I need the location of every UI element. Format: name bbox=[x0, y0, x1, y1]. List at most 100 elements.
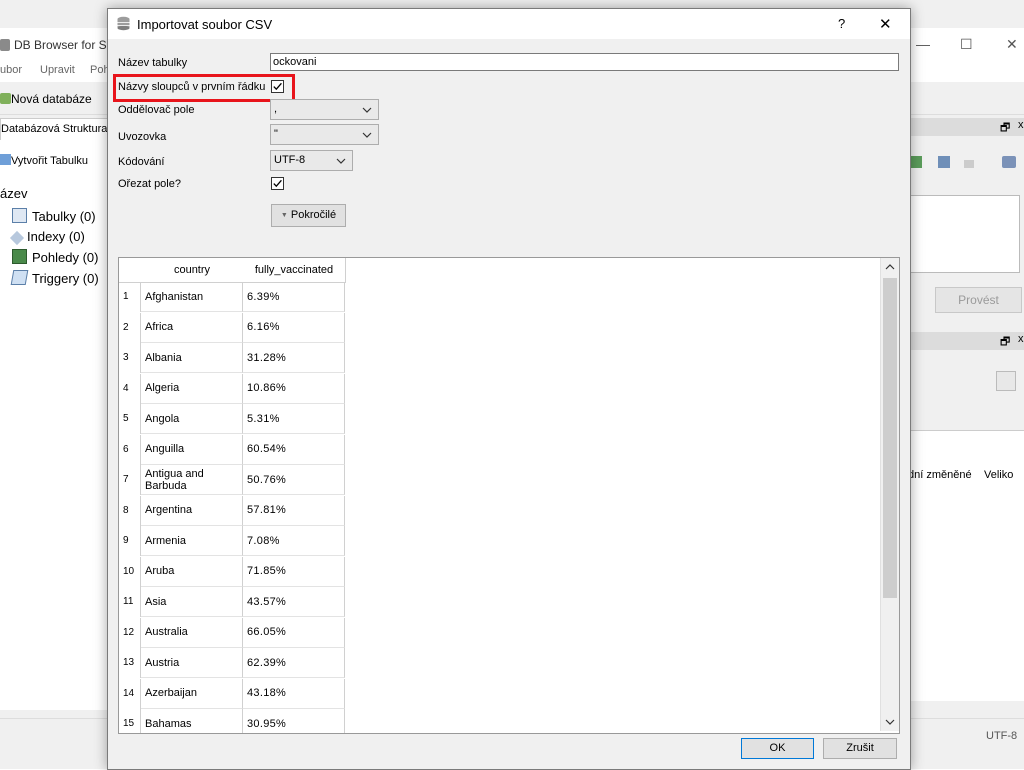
cell-country[interactable]: Azerbaijan bbox=[141, 678, 243, 709]
sql-editor[interactable] bbox=[908, 195, 1020, 273]
cell-country[interactable]: Afghanistan bbox=[141, 282, 243, 312]
cell-country[interactable]: Armenia bbox=[141, 526, 243, 556]
cell-fully-vaccinated[interactable]: 43.18% bbox=[243, 678, 345, 709]
cell-fully-vaccinated[interactable]: 62.39% bbox=[243, 648, 345, 678]
tab-structure[interactable]: Databázová Struktura bbox=[0, 118, 112, 142]
row-number: 8 bbox=[119, 495, 141, 526]
table-row[interactable]: 13 Austria 62.39% bbox=[119, 648, 349, 678]
tree-item-indexes[interactable]: Indexy (0) bbox=[9, 229, 85, 246]
vertical-scrollbar[interactable] bbox=[880, 258, 899, 731]
trim-fields-checkbox[interactable] bbox=[271, 177, 284, 190]
table-row[interactable]: 3 Albania 31.28% bbox=[119, 343, 349, 373]
table-row[interactable]: 1 Afghanistan 6.39% bbox=[119, 282, 349, 312]
cell-country[interactable]: Austria bbox=[141, 648, 243, 678]
cell-fully-vaccinated[interactable]: 50.76% bbox=[243, 465, 345, 495]
tree-item-triggers[interactable]: Triggery (0) bbox=[10, 270, 99, 286]
scrollbar-thumb[interactable] bbox=[883, 278, 897, 598]
table-name-input[interactable]: ockovani bbox=[270, 53, 899, 71]
toolbar-icon-3[interactable] bbox=[964, 160, 974, 168]
dock-close-icon[interactable]: x bbox=[1018, 333, 1024, 345]
quote-value: " bbox=[274, 128, 278, 140]
table-row[interactable]: 8 Argentina 57.81% bbox=[119, 495, 349, 526]
help-button[interactable]: ? bbox=[838, 16, 845, 31]
chevron-down-icon[interactable] bbox=[881, 715, 899, 729]
table-row[interactable]: 11 Asia 43.57% bbox=[119, 587, 349, 617]
cell-country[interactable]: Antigua and Barbuda bbox=[141, 465, 243, 495]
cell-country[interactable]: Australia bbox=[141, 617, 243, 648]
minimize-button[interactable]: — bbox=[916, 36, 930, 52]
cell-fully-vaccinated[interactable]: 6.39% bbox=[243, 282, 345, 312]
cell-country[interactable]: Anguilla bbox=[141, 434, 243, 465]
table-row[interactable]: 6 Anguilla 60.54% bbox=[119, 434, 349, 465]
cell-fully-vaccinated[interactable]: 60.54% bbox=[243, 434, 345, 465]
table-icon bbox=[12, 208, 27, 223]
cell-country[interactable]: Algeria bbox=[141, 373, 243, 404]
cell-fully-vaccinated[interactable]: 66.05% bbox=[243, 617, 345, 648]
execute-button[interactable]: Provést bbox=[935, 287, 1022, 313]
table-row[interactable]: 7 Antigua and Barbuda 50.76% bbox=[119, 465, 349, 495]
close-main-button[interactable]: ✕ bbox=[1006, 36, 1018, 53]
menu-file[interactable]: ubor bbox=[0, 64, 22, 76]
quote-select[interactable]: " bbox=[270, 124, 379, 145]
cell-country[interactable]: Angola bbox=[141, 404, 243, 434]
float-icon[interactable]: 🗗 bbox=[1000, 333, 1010, 352]
table-name-label: Název tabulky bbox=[118, 57, 188, 69]
checkmark-icon bbox=[273, 179, 282, 188]
column-header-country[interactable]: country bbox=[141, 258, 244, 283]
maximize-button[interactable]: ☐ bbox=[960, 36, 973, 53]
dock-close-icon[interactable]: x bbox=[1018, 119, 1024, 131]
cancel-button[interactable]: Zrušit bbox=[823, 738, 897, 759]
table-row[interactable]: 14 Azerbaijan 43.18% bbox=[119, 678, 349, 709]
database-icon bbox=[116, 16, 131, 31]
import-csv-dialog: Importovat soubor CSV ? ✕ Název tabulky … bbox=[107, 8, 911, 770]
table-row[interactable]: 9 Armenia 7.08% bbox=[119, 526, 349, 556]
cell-fully-vaccinated[interactable]: 71.85% bbox=[243, 556, 345, 587]
column-header-fully-vaccinated[interactable]: fully_vaccinated bbox=[243, 258, 346, 283]
chevron-up-icon[interactable] bbox=[881, 260, 899, 274]
toolbar-icon-1[interactable] bbox=[910, 156, 922, 168]
cell-fully-vaccinated[interactable]: 10.86% bbox=[243, 373, 345, 404]
export-icon[interactable] bbox=[996, 371, 1016, 391]
create-table-label: Vytvořit Tabulku bbox=[11, 155, 89, 167]
close-dialog-button[interactable]: ✕ bbox=[879, 15, 892, 33]
row-number: 11 bbox=[119, 587, 141, 617]
column-modified[interactable]: dní změněné bbox=[908, 469, 972, 481]
table-row[interactable]: 12 Australia 66.05% bbox=[119, 617, 349, 648]
tree-item-label: Tabulky (0) bbox=[32, 209, 96, 224]
cell-fully-vaccinated[interactable]: 57.81% bbox=[243, 495, 345, 526]
cell-country[interactable]: Africa bbox=[141, 312, 243, 343]
create-table-button[interactable]: Vytvořit Tabulku bbox=[0, 154, 88, 167]
table-row[interactable]: 5 Angola 5.31% bbox=[119, 404, 349, 434]
field-separator-select[interactable]: , bbox=[270, 99, 379, 120]
new-database-button[interactable]: Nová databáze bbox=[0, 92, 92, 106]
table-row[interactable]: 15 Bahamas 30.95% bbox=[119, 709, 349, 733]
cell-fully-vaccinated[interactable]: 5.31% bbox=[243, 404, 345, 434]
dock-header-2: 🗗 x bbox=[908, 332, 1024, 350]
advanced-button[interactable]: ▼ Pokročilé bbox=[271, 204, 346, 227]
cell-country[interactable]: Bahamas bbox=[141, 709, 243, 733]
encoding-select[interactable]: UTF-8 bbox=[270, 150, 353, 171]
sql-dock-header: 🗗 x bbox=[908, 118, 1024, 136]
print-icon[interactable] bbox=[1002, 156, 1016, 168]
cell-fully-vaccinated[interactable]: 7.08% bbox=[243, 526, 345, 556]
cell-country[interactable]: Argentina bbox=[141, 495, 243, 526]
cell-country[interactable]: Asia bbox=[141, 587, 243, 617]
table-row[interactable]: 4 Algeria 10.86% bbox=[119, 373, 349, 404]
cell-fully-vaccinated[interactable]: 6.16% bbox=[243, 312, 345, 343]
cell-country[interactable]: Aruba bbox=[141, 556, 243, 587]
tree-item-tables[interactable]: Tabulky (0) bbox=[12, 208, 96, 224]
tree-item-views[interactable]: Pohledy (0) bbox=[12, 249, 98, 265]
table-row[interactable]: 10 Aruba 71.85% bbox=[119, 556, 349, 587]
menu-edit[interactable]: Upravit bbox=[40, 64, 75, 76]
cell-fully-vaccinated[interactable]: 43.57% bbox=[243, 587, 345, 617]
cell-fully-vaccinated[interactable]: 30.95% bbox=[243, 709, 345, 733]
table-row[interactable]: 2 Africa 6.16% bbox=[119, 312, 349, 343]
toolbar-icon-2[interactable] bbox=[938, 156, 950, 168]
ok-button[interactable]: OK bbox=[741, 738, 814, 759]
chevron-down-icon bbox=[336, 158, 346, 164]
float-icon[interactable]: 🗗 bbox=[1000, 119, 1010, 138]
cell-country[interactable]: Albania bbox=[141, 343, 243, 373]
cell-fully-vaccinated[interactable]: 31.28% bbox=[243, 343, 345, 373]
column-size[interactable]: Veliko bbox=[984, 469, 1013, 481]
preview-table[interactable]: country fully_vaccinated 1 Afghanistan 6.3… bbox=[118, 257, 900, 734]
